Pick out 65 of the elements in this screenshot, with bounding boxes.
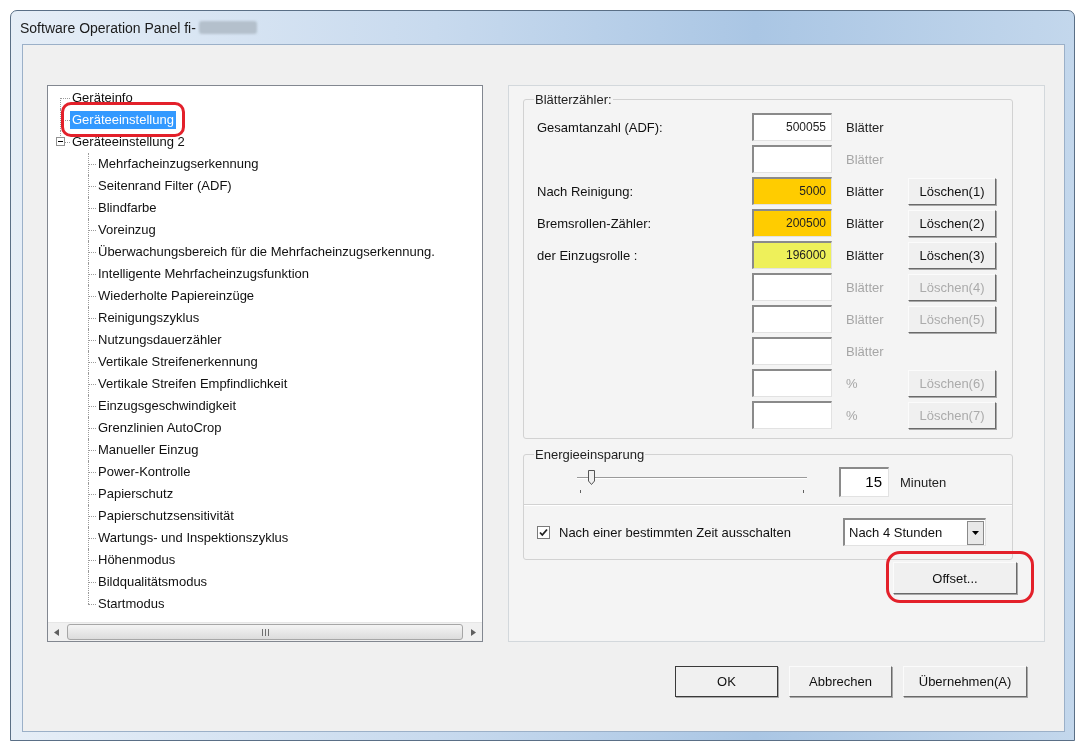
dialog-button[interactable]: Übernehmen(A) — [903, 666, 1027, 697]
tree-item[interactable]: Manueller Einzug — [96, 441, 201, 459]
unit-label: Blätter — [845, 247, 885, 263]
right-arrow-icon — [471, 628, 476, 636]
window-title: Software Operation Panel fi- — [20, 19, 196, 36]
tree-item[interactable]: Power-Kontrolle — [96, 463, 193, 481]
tree-item[interactable]: Vertikale Streifenerkennung — [96, 353, 260, 371]
clear-button[interactable]: Löschen(1) — [908, 177, 996, 205]
tree-item[interactable]: Nutzungsdauerzähler — [96, 331, 224, 349]
unit-label: % — [845, 407, 859, 423]
unit-label: Blätter — [845, 151, 885, 167]
unit-label: Blätter — [845, 279, 885, 295]
offset-button[interactable]: Offset... — [893, 562, 1017, 594]
clear-button[interactable]: Löschen(2) — [908, 209, 996, 237]
tree-item[interactable]: Vertikale Streifen Empfindlichkeit — [96, 375, 290, 393]
dialog-button[interactable]: Abbrechen — [789, 666, 892, 697]
counter-label: der Einzugsrolle : — [537, 247, 639, 263]
tree-item[interactable]: Voreinzug — [96, 221, 158, 239]
tree-item[interactable]: Reinigungszyklus — [96, 309, 202, 327]
unit-label: Minuten — [900, 474, 947, 490]
group-title: Energieeinsparung — [534, 447, 646, 462]
tree-item[interactable]: Geräteinfo — [70, 89, 135, 107]
scrollbar-thumb[interactable] — [67, 624, 463, 640]
tree-item[interactable]: Überwachungsbereich für die Mehrfacheinzugserkennung. — [96, 243, 437, 261]
tree-item[interactable]: Mehrfacheinzugserkennung — [96, 155, 261, 173]
unit-label: % — [845, 375, 859, 391]
unit-label: Blätter — [845, 215, 885, 231]
tree-item[interactable]: Seitenrand Filter (ADF) — [96, 177, 234, 195]
counter-label: Nach Reinigung: — [537, 183, 635, 199]
counter-label: Gesamtanzahl (ADF): — [537, 119, 664, 135]
tree-item[interactable]: Papierschutzsensitivität — [96, 507, 236, 525]
tree-item[interactable]: Höhenmodus — [96, 551, 178, 569]
time-dropdown[interactable]: Nach 4 Stunden — [843, 518, 986, 546]
tree-item[interactable]: Wartungs- und Inspektionszyklus — [96, 529, 291, 547]
tree-item[interactable]: Einzugsgeschwindigkeit — [96, 397, 239, 415]
redacted-block — [198, 21, 257, 34]
counter-label: Bremsrollen-Zähler: — [537, 215, 653, 231]
slider-track[interactable] — [577, 468, 807, 496]
grip-icon — [261, 628, 269, 636]
slider-thumb[interactable] — [587, 470, 595, 485]
collapse-icon[interactable] — [56, 137, 65, 146]
tree-item[interactable]: Blindfarbe — [96, 199, 159, 217]
unit-label: Blätter — [845, 183, 885, 199]
minutes-field[interactable]: 15 — [839, 467, 889, 497]
tree-item[interactable]: Grenzlinien AutoCrop — [96, 419, 224, 437]
auto-off-checkbox[interactable]: Nach einer bestimmten Zeit ausschalten — [537, 524, 791, 540]
unit-label: Blätter — [845, 343, 885, 359]
caret-icon[interactable] — [967, 520, 984, 545]
unit-label: Blätter — [845, 119, 885, 135]
dialog-button[interactable]: OK — [675, 666, 778, 697]
counter-field: 196000 — [752, 241, 832, 269]
checkbox-icon[interactable] — [537, 525, 550, 539]
counter-field: 5000 — [752, 177, 832, 205]
tree-item[interactable]: Startmodus — [96, 595, 167, 613]
counter-field: 200500 — [752, 209, 832, 237]
unit-label: Blätter — [845, 311, 885, 327]
tree-item[interactable]: Geräteeinstellung 2 — [70, 133, 187, 151]
tree-item[interactable]: Papierschutz — [96, 485, 176, 503]
counter-field: 500055 — [752, 113, 832, 141]
clear-button[interactable]: Löschen(3) — [908, 241, 996, 269]
tree-item[interactable]: Intelligente Mehrfacheinzugsfunktion — [96, 265, 312, 283]
tree-item[interactable]: Wiederholte Papiereinzüge — [96, 287, 257, 305]
left-arrow-icon — [54, 628, 59, 636]
group-title: Blätterzähler: — [534, 92, 613, 107]
tree-item[interactable]: Bildqualitätsmodus — [96, 573, 210, 591]
